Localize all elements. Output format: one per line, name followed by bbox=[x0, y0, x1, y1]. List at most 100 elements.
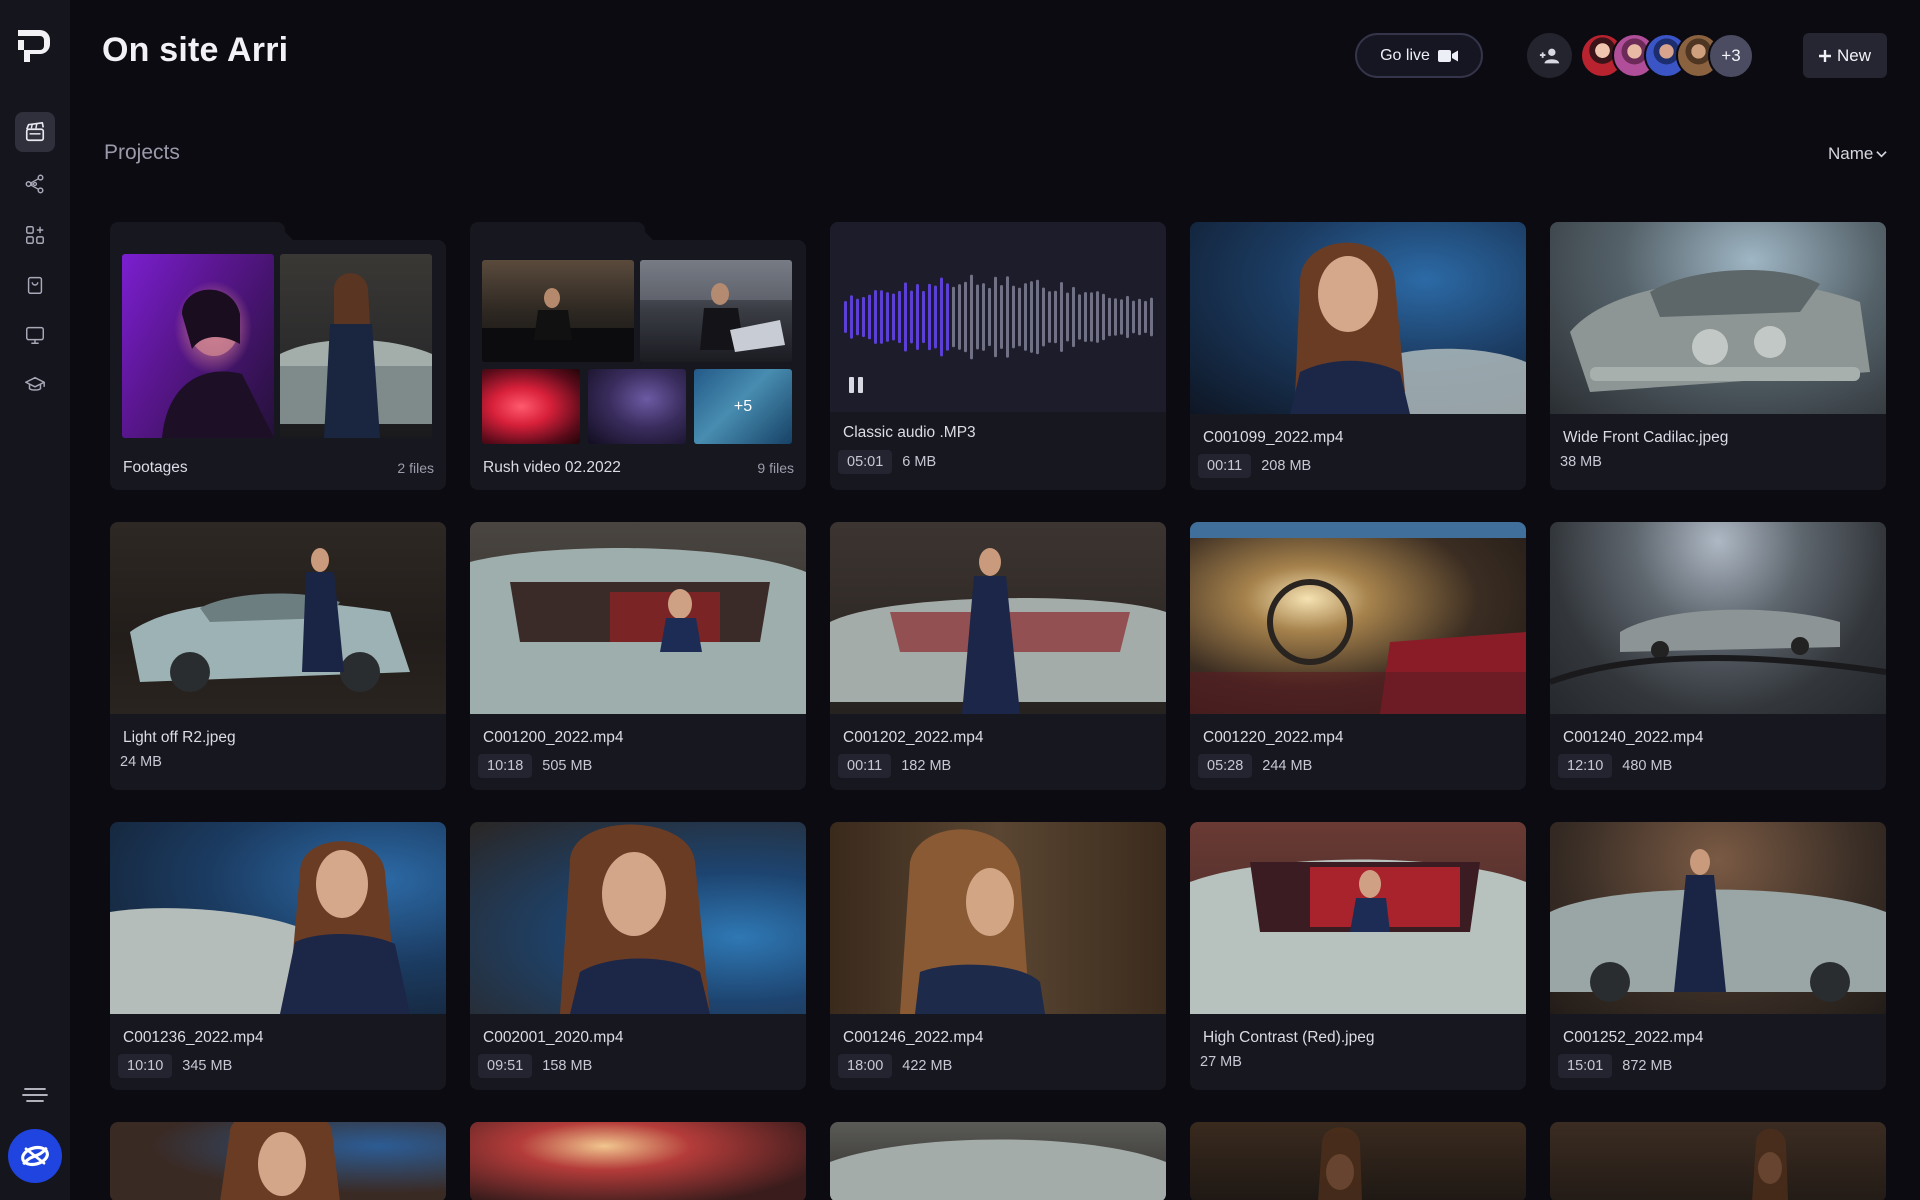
audio-waveform bbox=[830, 222, 1166, 412]
waveform-bar bbox=[1048, 291, 1051, 343]
waveform-bar bbox=[976, 284, 979, 350]
file-thumbnail bbox=[1190, 222, 1526, 414]
file-meta: 12:10 480 MB bbox=[1558, 754, 1672, 778]
folder-thumbnail bbox=[482, 369, 580, 444]
clapperboard-icon bbox=[25, 122, 45, 142]
file-meta: 05:01 6 MB bbox=[838, 450, 936, 474]
waveform-bar bbox=[844, 301, 847, 333]
file-card[interactable]: C001236_2022.mp4 10:10 345 MB bbox=[110, 822, 446, 1090]
file-thumbnail bbox=[830, 522, 1166, 714]
plus-icon bbox=[1818, 49, 1831, 62]
waveform-bar bbox=[1126, 295, 1129, 339]
file-size: 480 MB bbox=[1622, 758, 1673, 774]
go-live-button[interactable]: Go live bbox=[1355, 33, 1483, 78]
folder-thumbnail bbox=[482, 260, 634, 362]
new-button[interactable]: New bbox=[1803, 33, 1887, 78]
waveform-bar bbox=[952, 286, 955, 348]
sidebar-item-bag[interactable] bbox=[15, 265, 55, 305]
duration-badge: 18:00 bbox=[838, 1054, 893, 1078]
folder-name: Footages bbox=[123, 459, 188, 476]
file-card[interactable]: C001240_2022.mp4 12:10 480 MB bbox=[1550, 522, 1886, 790]
workspace-brand-icon[interactable] bbox=[8, 1129, 62, 1183]
file-card[interactable]: C001200_2022.mp4 10:18 505 MB bbox=[470, 522, 806, 790]
sidebar-item-apps[interactable] bbox=[15, 215, 55, 255]
file-card[interactable]: Wide Front Cadilac.jpeg 38 MB bbox=[1550, 222, 1886, 490]
file-card[interactable]: Light off R2.jpeg 24 MB bbox=[110, 522, 446, 790]
sidebar-item-learn[interactable] bbox=[15, 365, 55, 405]
file-card[interactable]: High Contrast (Red).jpeg 27 MB bbox=[1190, 822, 1526, 1090]
file-size: 505 MB bbox=[542, 758, 593, 774]
file-name: Light off R2.jpeg bbox=[123, 729, 236, 746]
waveform-bar bbox=[1096, 291, 1099, 343]
file-card[interactable] bbox=[1190, 1122, 1526, 1200]
file-card[interactable] bbox=[110, 1122, 446, 1200]
file-card[interactable]: C001252_2022.mp4 15:01 872 MB bbox=[1550, 822, 1886, 1090]
folder-card[interactable]: +5 Rush video 02.2022 9 files bbox=[470, 222, 806, 490]
waveform-bar bbox=[964, 281, 967, 353]
folder-thumbnail bbox=[280, 254, 432, 438]
file-name: C001252_2022.mp4 bbox=[1563, 1029, 1704, 1046]
waveform-bar bbox=[1144, 300, 1147, 334]
file-meta: 27 MB bbox=[1198, 1054, 1242, 1070]
file-card[interactable] bbox=[1550, 1122, 1886, 1200]
file-thumbnail bbox=[1550, 822, 1886, 1014]
waveform-bar bbox=[934, 285, 937, 349]
waveform-bar bbox=[1102, 293, 1105, 341]
waveform-bar bbox=[1090, 292, 1093, 342]
waveform-bar bbox=[904, 282, 907, 352]
add-collaborator-button[interactable] bbox=[1527, 33, 1572, 78]
file-card[interactable]: C001220_2022.mp4 05:28 244 MB bbox=[1190, 522, 1526, 790]
sidebar-item-share[interactable] bbox=[15, 164, 55, 204]
file-name: C002001_2020.mp4 bbox=[483, 1029, 624, 1046]
file-card[interactable] bbox=[830, 1122, 1166, 1200]
go-live-label: Go live bbox=[1380, 46, 1430, 64]
audio-card[interactable]: Classic audio .MP3 05:01 6 MB bbox=[830, 222, 1166, 490]
file-meta: 10:18 505 MB bbox=[478, 754, 592, 778]
waveform-bar bbox=[1024, 283, 1027, 351]
app-logo-icon[interactable] bbox=[14, 26, 54, 66]
waveform-bar bbox=[940, 277, 943, 357]
folder-thumbnail bbox=[640, 260, 792, 362]
more-collaborators-badge[interactable]: +3 bbox=[1708, 33, 1754, 79]
file-card[interactable]: C001099_2022.mp4 00:11 208 MB bbox=[1190, 222, 1526, 490]
file-size: 24 MB bbox=[120, 754, 162, 770]
file-size: 208 MB bbox=[1261, 458, 1312, 474]
file-thumbnail bbox=[830, 822, 1166, 1014]
file-card[interactable] bbox=[470, 1122, 806, 1200]
file-card[interactable]: C001202_2022.mp4 00:11 182 MB bbox=[830, 522, 1166, 790]
duration-badge: 05:01 bbox=[838, 450, 893, 474]
waveform-bar bbox=[916, 284, 919, 350]
file-card[interactable]: C002001_2020.mp4 09:51 158 MB bbox=[470, 822, 806, 1090]
file-meta: 00:11 208 MB bbox=[1198, 454, 1311, 478]
menu-icon[interactable] bbox=[21, 1085, 49, 1105]
file-card[interactable]: C001246_2022.mp4 18:00 422 MB bbox=[830, 822, 1166, 1090]
waveform-bar bbox=[988, 287, 991, 347]
waveform-bar bbox=[1018, 287, 1021, 347]
waveform-bar bbox=[1036, 279, 1039, 355]
more-files-overlay: +5 bbox=[694, 369, 792, 444]
page-title: On site Arri bbox=[102, 31, 289, 69]
duration-badge: 05:28 bbox=[1198, 754, 1253, 778]
waveform-bar bbox=[850, 295, 853, 339]
folder-card[interactable]: Footages 2 files bbox=[110, 222, 446, 490]
file-name: C001200_2022.mp4 bbox=[483, 729, 624, 746]
file-name: Classic audio .MP3 bbox=[843, 424, 976, 441]
waveform-bar bbox=[1108, 297, 1111, 337]
sidebar-item-projects[interactable] bbox=[15, 112, 55, 152]
duration-badge: 10:18 bbox=[478, 754, 533, 778]
waveform-bar bbox=[1132, 300, 1135, 334]
folder-thumbnail[interactable]: +5 bbox=[694, 369, 792, 444]
waveform-bar bbox=[898, 290, 901, 344]
waveform-bar bbox=[856, 298, 859, 336]
pause-icon[interactable] bbox=[848, 376, 864, 394]
file-thumbnail bbox=[1190, 522, 1526, 714]
folder-thumbnail bbox=[588, 369, 686, 444]
duration-badge: 15:01 bbox=[1558, 1054, 1613, 1078]
sidebar-item-display[interactable] bbox=[15, 315, 55, 355]
file-size: 182 MB bbox=[901, 758, 952, 774]
sort-dropdown[interactable]: Name bbox=[1828, 144, 1888, 164]
waveform-bar bbox=[922, 290, 925, 344]
duration-badge: 00:11 bbox=[1198, 454, 1252, 478]
sidebar bbox=[0, 0, 70, 1200]
file-name: High Contrast (Red).jpeg bbox=[1203, 1029, 1375, 1046]
